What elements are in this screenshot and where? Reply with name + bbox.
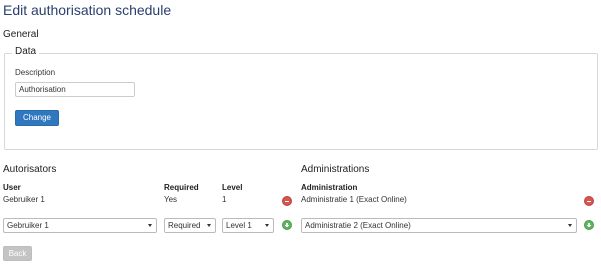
page-title: Edit authorisation schedule <box>3 2 172 18</box>
chevron-down-icon <box>265 224 269 227</box>
chevron-down-icon <box>207 224 211 227</box>
general-section-title: General <box>3 29 39 40</box>
back-button[interactable]: Back <box>3 246 32 261</box>
administration-column-header: Administration <box>301 183 358 192</box>
autorisators-heading: Autorisators <box>3 164 57 175</box>
user-column-header: User <box>3 183 21 192</box>
change-button[interactable]: Change <box>15 110 59 126</box>
add-autorisator-icon[interactable] <box>282 220 292 230</box>
administrations-heading: Administrations <box>301 164 370 175</box>
required-select[interactable]: Required <box>164 218 216 233</box>
administration-select-value: Administratie 2 (Exact Online) <box>305 221 411 230</box>
level-select-value: Level 1 <box>226 221 252 230</box>
data-legend: Data <box>12 46 40 57</box>
level-select[interactable]: Level 1 <box>222 218 274 233</box>
chevron-down-icon <box>148 224 152 227</box>
remove-autorisator-icon[interactable] <box>282 196 292 206</box>
autorisator-user-cell: Gebruiker 1 <box>3 195 45 204</box>
autorisator-required-cell: Yes <box>164 195 178 204</box>
chevron-down-icon <box>568 224 572 227</box>
remove-administration-icon[interactable] <box>584 196 594 206</box>
description-input[interactable] <box>15 82 135 97</box>
user-select-value: Gebruiker 1 <box>7 221 49 230</box>
level-column-header: Level <box>222 183 243 192</box>
data-fieldset <box>4 53 598 150</box>
add-administration-icon[interactable] <box>584 220 594 230</box>
required-select-value: Required <box>168 221 201 230</box>
description-label: Description <box>15 68 56 77</box>
required-column-header: Required <box>164 183 199 192</box>
autorisator-level-cell: 1 <box>222 195 227 204</box>
administration-cell: Administratie 1 (Exact Online) <box>301 195 407 204</box>
user-select[interactable]: Gebruiker 1 <box>3 218 157 233</box>
administration-select[interactable]: Administratie 2 (Exact Online) <box>301 218 577 233</box>
